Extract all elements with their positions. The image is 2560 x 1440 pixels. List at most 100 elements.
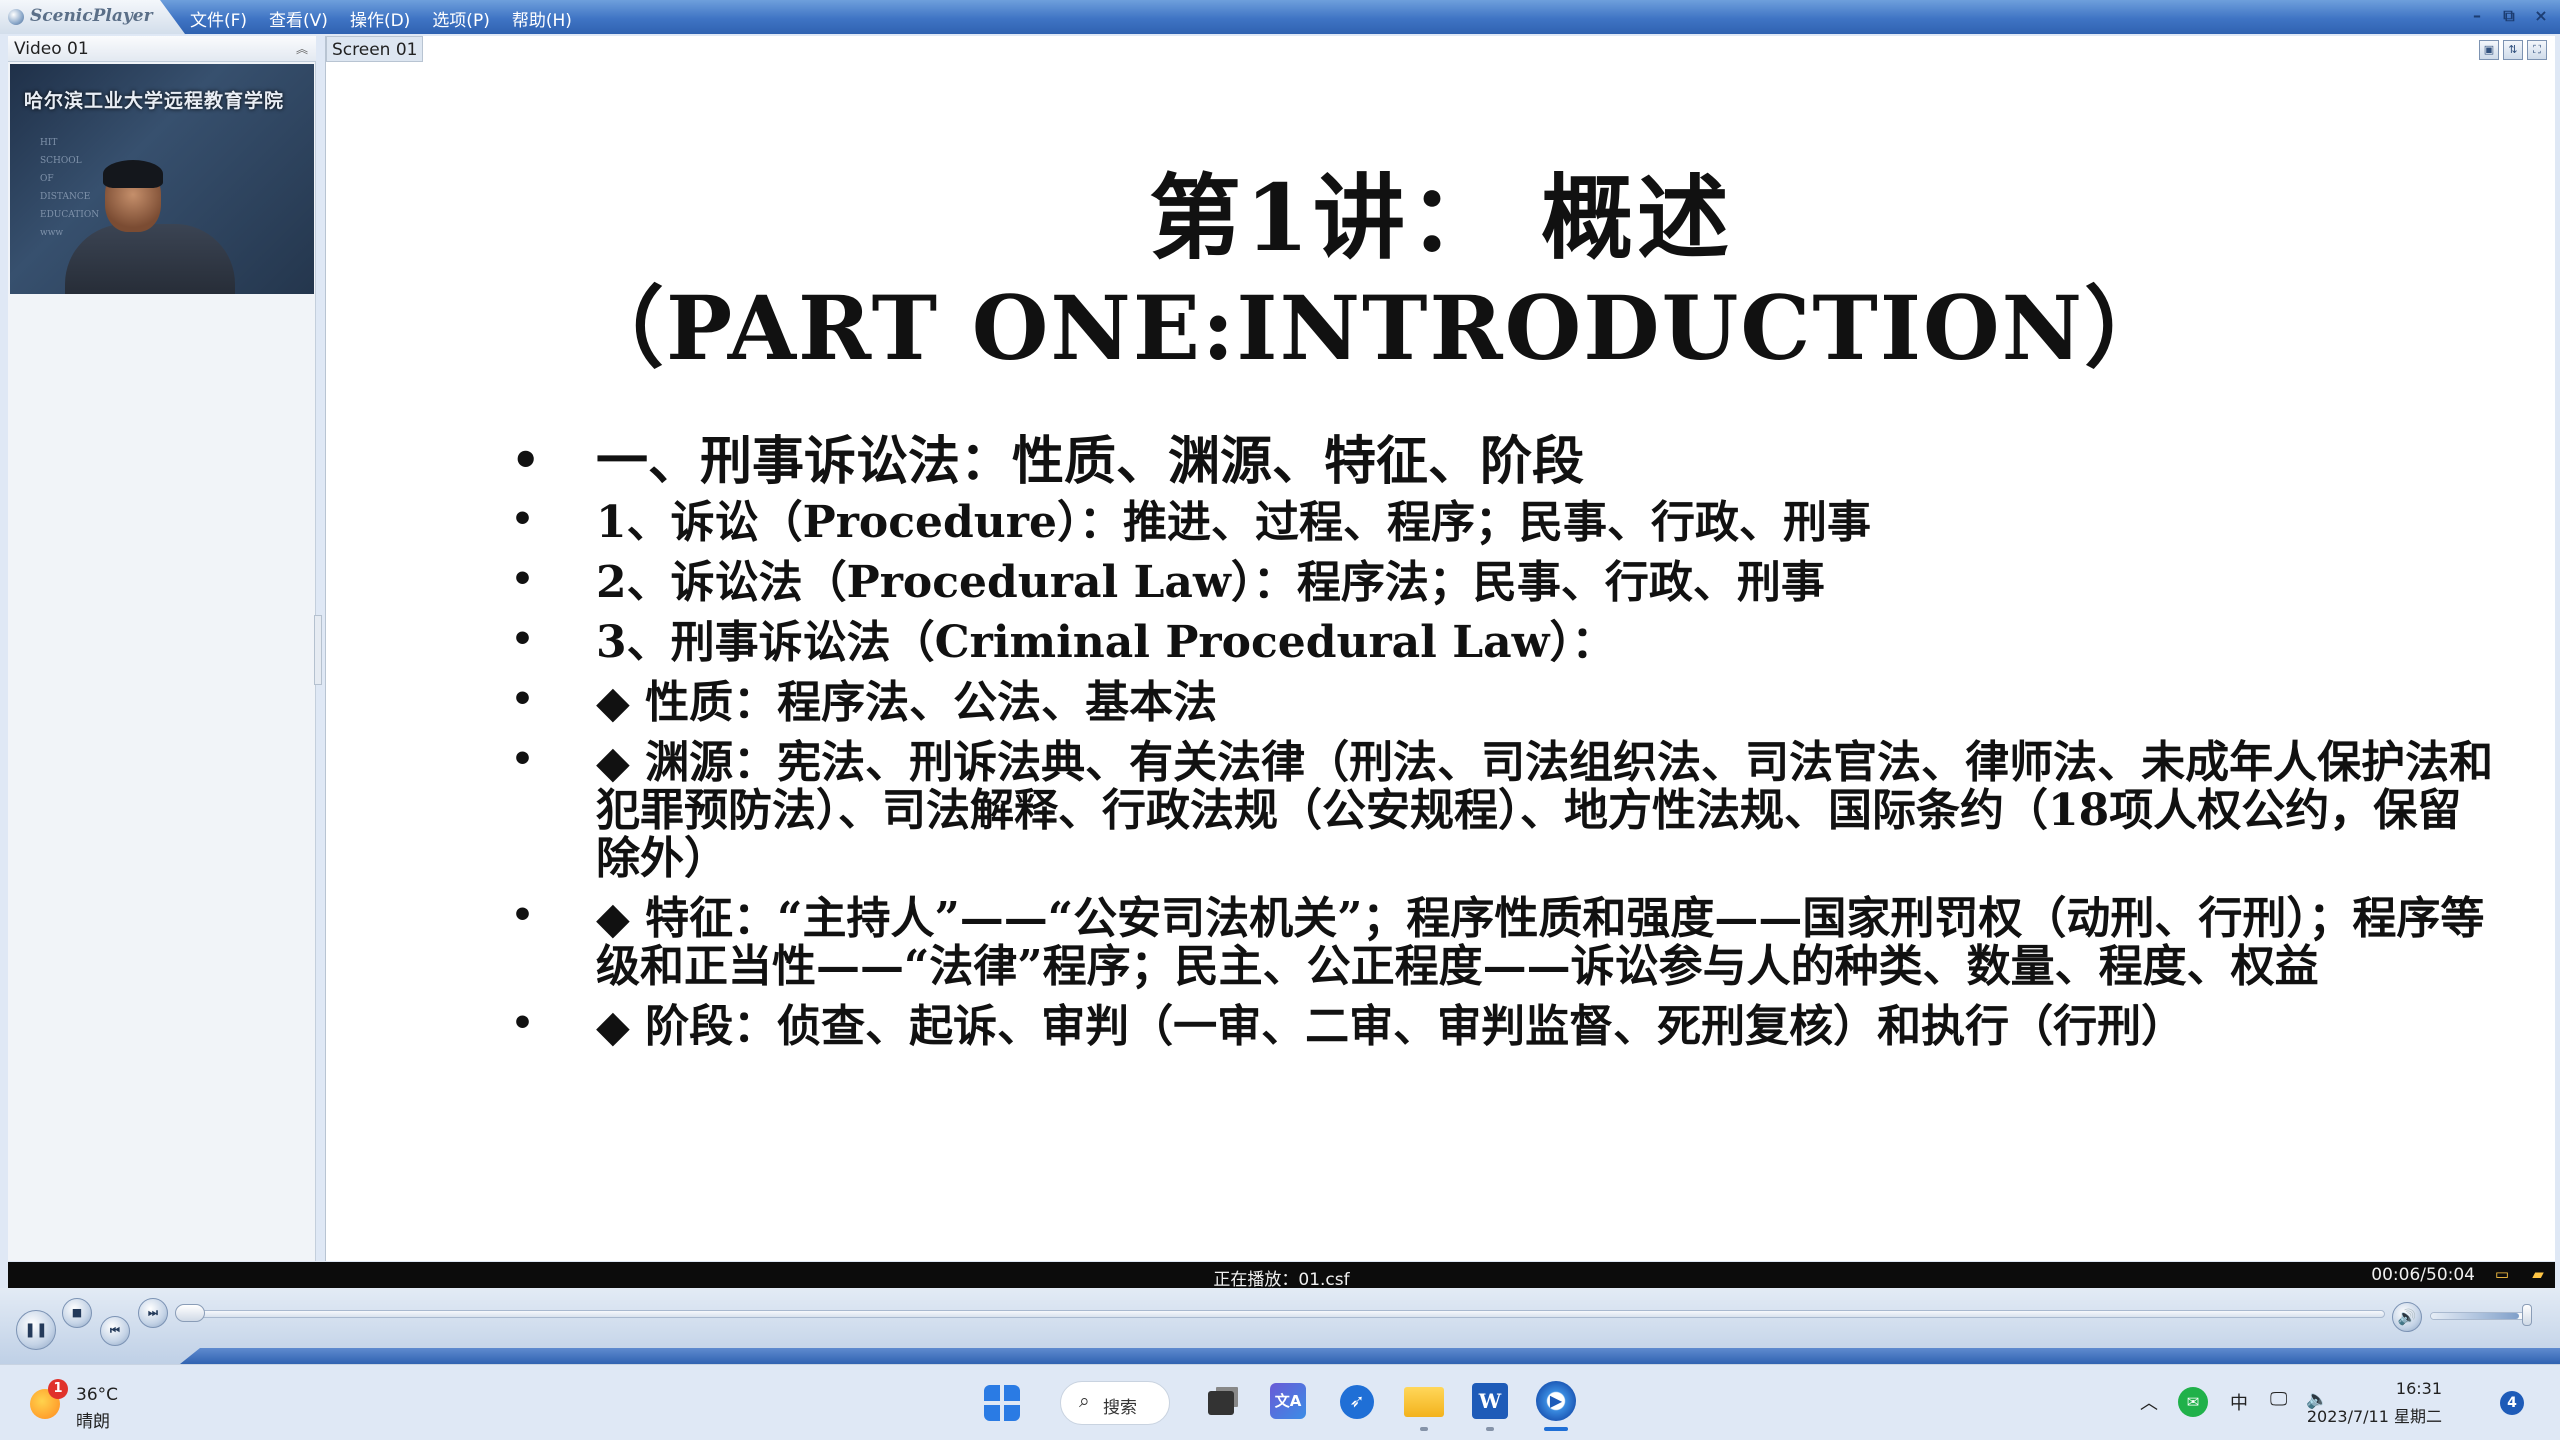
- taskbar-search[interactable]: ⌕ 搜索: [1060, 1381, 1170, 1425]
- fullscreen-icon[interactable]: ⛶: [2527, 40, 2547, 60]
- search-label: 搜索: [1103, 1398, 1137, 1418]
- collapse-icon[interactable]: ︽: [296, 40, 308, 57]
- presenter-body: [65, 224, 235, 294]
- menu-file[interactable]: 文件(F): [190, 6, 247, 31]
- status-bar: 正在播放：01.csf 00:06/50:04 ▭ ▰: [8, 1262, 2555, 1290]
- watermark-line: SCHOOL: [40, 156, 82, 166]
- bullet-dot-icon: •: [511, 499, 535, 540]
- running-indicator: [1420, 1427, 1428, 1431]
- slide-bullet: • ◆ 性质：程序法、公法、基本法: [511, 679, 2501, 727]
- weather-widget[interactable]: 1 36°C 晴朗: [30, 1379, 180, 1432]
- restore-button[interactable]: ⧉: [2500, 5, 2518, 27]
- slide-bullet-text: ◆ 特征：“主持人”——“公安司法机关”；程序性质和强度——国家刑罚权（动刑、行…: [596, 893, 2485, 992]
- minimize-button[interactable]: –: [2468, 5, 2486, 27]
- task-view-icon[interactable]: [1208, 1391, 1234, 1415]
- slide-bullet: • ◆ 特征：“主持人”——“公安司法机关”；程序性质和强度——国家刑罚权（动刑…: [511, 895, 2501, 991]
- watermark-line: OF: [40, 174, 54, 184]
- screen-panel: Screen 01 ▣ ⇅ ⛶ 第1讲： 概述 （PART ONE:INTROD…: [325, 36, 2555, 1261]
- now-playing-text: 正在播放：01.csf: [1213, 1270, 1350, 1290]
- chevron-up-icon[interactable]: ︿: [2140, 1389, 2158, 1415]
- volume-icon[interactable]: 🔊: [2392, 1302, 2422, 1332]
- screen-tab[interactable]: Screen 01: [326, 36, 424, 62]
- slide-bullet-text: ◆ 渊源：宪法、刑诉法典、有关法律（刑法、司法组织法、司法官法、律师法、未成年人…: [596, 737, 2494, 884]
- close-button[interactable]: ×: [2532, 5, 2550, 27]
- ime-indicator[interactable]: 中: [2230, 1389, 2248, 1415]
- slide-bullet: • 1、诉讼（Procedure）：推进、过程、程序；民事、行政、刑事: [511, 499, 2501, 547]
- bullet-dot-icon: •: [511, 1003, 535, 1044]
- slide-subtitle: （PART ONE:INTRODUCTION）: [576, 276, 2175, 380]
- weather-description: 晴朗: [76, 1412, 110, 1432]
- previous-button[interactable]: ⏮: [100, 1316, 130, 1346]
- clock-date[interactable]: 2023/7/11 星期二: [2272, 1403, 2442, 1427]
- open-folder-icon[interactable]: ▰: [2527, 1265, 2549, 1283]
- menu-view[interactable]: 查看(V): [269, 6, 328, 31]
- slide-bullet-text: 一、刑事诉讼法：性质、渊源、特征、阶段: [596, 431, 1585, 492]
- next-button[interactable]: ⏭: [138, 1298, 168, 1328]
- search-icon: ⌕: [1079, 1390, 1090, 1412]
- notification-badge[interactable]: 4: [2500, 1391, 2524, 1415]
- screen-toolbar: ▣ ⇅ ⛶: [2479, 40, 2547, 60]
- menu-operation[interactable]: 操作(D): [350, 6, 410, 31]
- video-panel: Video 01 ︽ 哈尔滨工业大学远程教育学院 HIT SCHOOL OF D…: [8, 36, 316, 1261]
- panel-splitter-handle[interactable]: [314, 615, 322, 685]
- seek-thumb[interactable]: [175, 1304, 205, 1322]
- menu-bar: 文件(F) 查看(V) 操作(D) 选项(P) 帮助(H): [190, 6, 572, 31]
- app-logo-tab: ScenicPlayer: [0, 0, 185, 34]
- watermark-line: EDUCATION: [40, 210, 100, 220]
- bullet-dot-icon: •: [511, 619, 535, 660]
- video-banner-text: 哈尔滨工业大学远程教育学院: [24, 90, 285, 112]
- stop-button[interactable]: ■: [62, 1298, 92, 1328]
- presenter-hair: [103, 160, 163, 188]
- taskbar: 1 36°C 晴朗 ⌕ 搜索 文A ➶ W ▶ ︿ ✉ 中 🖵 🔈 16:31 …: [0, 1364, 2560, 1440]
- playback-controls: ❚❚ ■ ⏮ ⏭ 🔊: [0, 1288, 2560, 1364]
- scenicplayer-icon[interactable]: ▶: [1536, 1381, 1576, 1421]
- title-bar: ScenicPlayer 文件(F) 查看(V) 操作(D) 选项(P) 帮助(…: [0, 0, 2560, 34]
- slide-bullet-text: ◆ 阶段：侦查、起诉、审判（一审、二审、审判监督、死刑复核）和执行（行刑）: [596, 1001, 2186, 1052]
- watermark-line: HIT: [40, 138, 58, 148]
- running-indicator: [1486, 1427, 1494, 1431]
- bullet-dot-icon: •: [511, 559, 535, 600]
- video-frame[interactable]: 哈尔滨工业大学远程教育学院 HIT SCHOOL OF DISTANCE EDU…: [10, 64, 314, 294]
- video-panel-title: Video 01: [14, 39, 89, 59]
- bullet-dot-icon: •: [511, 739, 535, 780]
- bullet-dot-icon: •: [511, 433, 541, 487]
- slide-bullet: • ◆ 渊源：宪法、刑诉法典、有关法律（刑法、司法组织法、司法官法、律师法、未成…: [511, 739, 2501, 883]
- volume-slider[interactable]: [2430, 1312, 2530, 1320]
- translate-app-icon[interactable]: 文A: [1270, 1383, 1306, 1419]
- camera-icon[interactable]: ▭: [2491, 1265, 2513, 1283]
- app-logo-icon: [8, 9, 24, 25]
- slide-bullet-text: ◆ 性质：程序法、公法、基本法: [596, 677, 1218, 728]
- clock-time[interactable]: 16:31: [2372, 1379, 2442, 1398]
- volume-thumb[interactable]: [2522, 1304, 2532, 1326]
- start-icon[interactable]: [984, 1385, 1020, 1421]
- wechat-icon[interactable]: ✉: [2178, 1387, 2208, 1417]
- weather-temperature: 36°C: [76, 1385, 119, 1405]
- system-tray: ︿ ✉ 中 🖵 🔈 16:31 2023/7/11 星期二 4: [2130, 1375, 2560, 1431]
- time-display: 00:06/50:04: [2371, 1265, 2475, 1285]
- slide-bullet-text: 2、诉讼法（Procedural Law）：程序法；民事、行政、刑事: [596, 557, 1825, 608]
- status-icons: ▭ ▰: [2491, 1265, 2549, 1283]
- slide-bullet: • 2、诉讼法（Procedural Law）：程序法；民事、行政、刑事: [511, 559, 2501, 607]
- bullet-dot-icon: •: [511, 895, 535, 936]
- slide-bullet: • 一、刑事诉讼法：性质、渊源、特征、阶段: [511, 431, 2501, 493]
- slide-bullet-list: • 一、刑事诉讼法：性质、渊源、特征、阶段 • 1、诉讼（Procedure）：…: [511, 431, 2501, 1063]
- video-panel-header: Video 01 ︽: [8, 36, 316, 62]
- active-indicator: [1544, 1427, 1568, 1431]
- controls-bottom-bar: [180, 1348, 2560, 1364]
- word-icon[interactable]: W: [1472, 1383, 1508, 1419]
- pause-button[interactable]: ❚❚: [16, 1310, 56, 1350]
- slide-bullet: • ◆ 阶段：侦查、起诉、审判（一审、二审、审判监督、死刑复核）和执行（行刑）: [511, 1003, 2501, 1051]
- menu-options[interactable]: 选项(P): [432, 6, 490, 31]
- layout-icon[interactable]: ▣: [2479, 40, 2499, 60]
- file-explorer-icon[interactable]: [1404, 1387, 1444, 1417]
- volume-fill: [2431, 1313, 2520, 1319]
- menu-help[interactable]: 帮助(H): [512, 6, 572, 31]
- weather-alert-badge: 1: [48, 1379, 68, 1399]
- watermark-line: DISTANCE: [40, 192, 91, 202]
- seek-bar[interactable]: [180, 1310, 2385, 1318]
- slide-bullet-text: 3、刑事诉讼法（Criminal Procedural Law）：: [596, 617, 1616, 668]
- swap-icon[interactable]: ⇅: [2503, 40, 2523, 60]
- feather-app-icon[interactable]: ➶: [1340, 1385, 1374, 1419]
- video-watermark: HIT SCHOOL OF DISTANCE EDUCATION www: [40, 134, 99, 242]
- app-name: ScenicPlayer: [30, 6, 153, 26]
